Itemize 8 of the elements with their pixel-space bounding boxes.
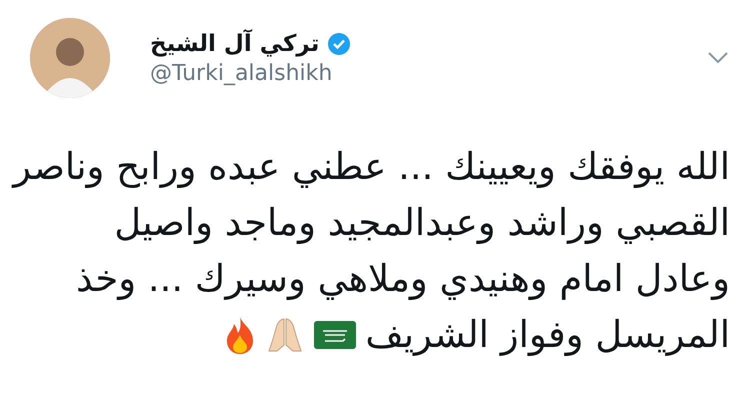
- tweet-text-line: الله يوفقك ويعيينك ... عطني عبده ورابح وناصر: [13, 144, 730, 190]
- author-name[interactable]: تركي آل الشيخ: [150, 30, 320, 56]
- author-handle[interactable]: @Turki_alalshikh: [150, 60, 668, 86]
- flag-icon: [313, 320, 358, 350]
- tweet-text-line: المريسل وفواز الشريف: [365, 312, 730, 358]
- tweet-text-line: القصبي وراشد وعبدالمجيد وماجد واصيل: [114, 200, 730, 246]
- tweet-text-line: وعادل امام وهنيدي وملاهي وسيرك ... وخذ: [76, 256, 730, 302]
- chevron-down-icon[interactable]: [708, 52, 728, 64]
